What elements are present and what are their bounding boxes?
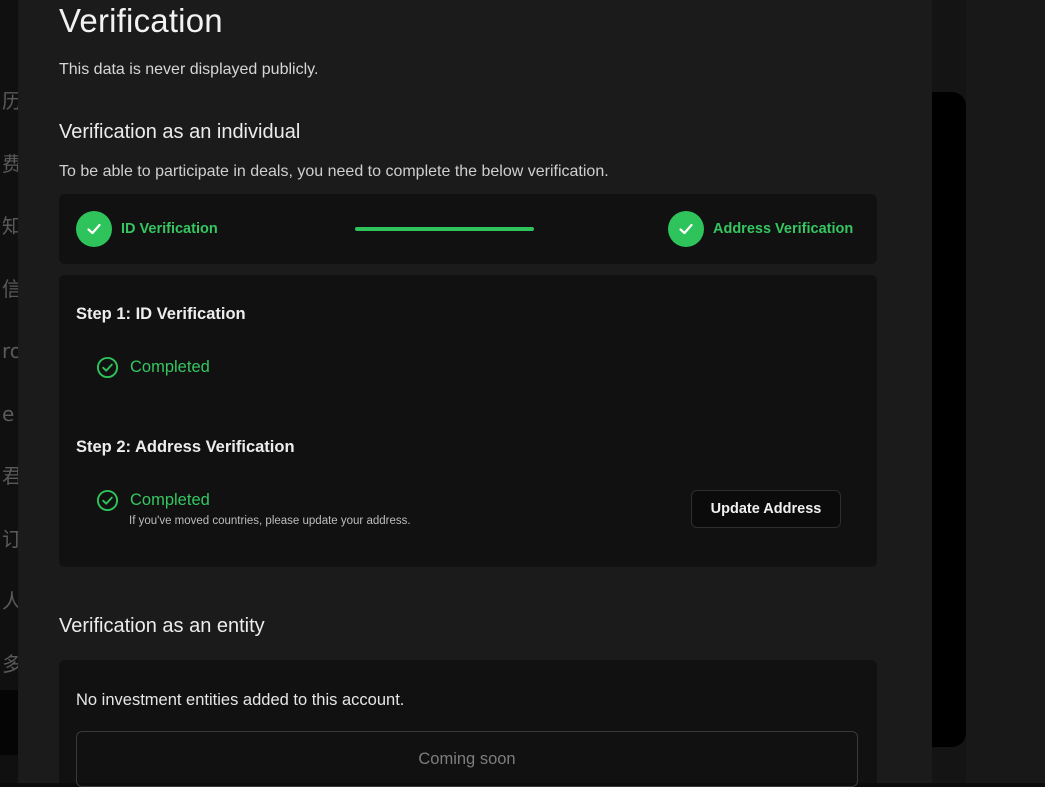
check-circle-outline-icon [96, 489, 119, 512]
background-right-strip [966, 0, 1045, 783]
background-sidebar-glyph: 费 [2, 151, 18, 176]
background-sidebar-footer [0, 690, 18, 755]
coming-soon-button[interactable]: Coming soon [76, 731, 858, 787]
step1-status-text: Completed [130, 358, 210, 376]
background-sidebar-glyph: 信 [2, 276, 18, 301]
background-panel [930, 92, 966, 747]
progress-step2-label: Address Verification [713, 221, 854, 237]
address-verification-check-icon [668, 211, 704, 247]
verification-progress: ID Verification Address Verification [59, 194, 877, 264]
update-address-button[interactable]: Update Address [691, 490, 841, 528]
background-sidebar-glyph: ro [2, 339, 18, 363]
verification-steps-card: Step 1: ID Verification Completed Step 2… [59, 275, 877, 567]
entity-empty-text: No investment entities added to this acc… [76, 691, 405, 709]
individual-description: To be able to participate in deals, you … [59, 163, 609, 180]
background-sidebar-glyph: e [2, 401, 15, 426]
individual-section-title: Verification as an individual [59, 121, 301, 143]
entity-card: No investment entities added to this acc… [59, 660, 877, 787]
background-sidebar-glyph: 多 [2, 651, 18, 676]
step2-hint: If you've moved countries, please update… [129, 515, 411, 527]
background-sidebar-glyph: 订 [2, 526, 18, 551]
step2-title: Step 2: Address Verification [76, 438, 295, 456]
progress-connector [355, 227, 534, 231]
entity-section-title: Verification as an entity [59, 615, 265, 637]
background-sidebar-text: 历费知信 ro e 君订人多 [2, 70, 18, 695]
check-circle-outline-icon [96, 356, 119, 379]
step2-status: Completed [96, 489, 210, 512]
background-sidebar-glyph: 人 [2, 589, 18, 613]
background-sidebar-glyph: 知 [2, 214, 18, 238]
step2-status-text: Completed [130, 491, 210, 509]
modal-title: Verification [59, 2, 223, 39]
step1-title: Step 1: ID Verification [76, 305, 246, 323]
modal-subtitle: This data is never displayed publicly. [59, 61, 319, 78]
background-sidebar-glyph: 君 [2, 464, 18, 488]
background-sidebar: 历费知信 ro e 君订人多 [0, 0, 18, 783]
background-sidebar-glyph: 历 [2, 89, 18, 113]
id-verification-check-icon [76, 211, 112, 247]
step1-status: Completed [96, 356, 210, 379]
progress-step1-label: ID Verification [121, 221, 218, 237]
verification-modal: Verification This data is never displaye… [18, 0, 932, 787]
